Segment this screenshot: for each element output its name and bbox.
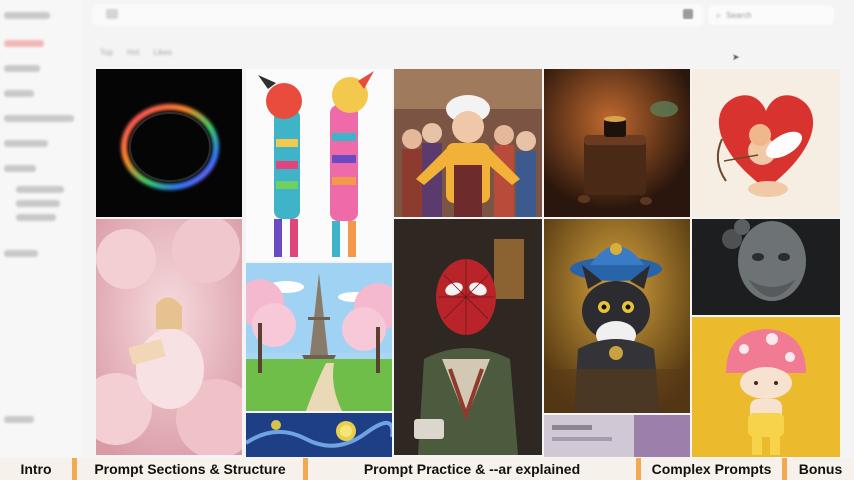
chapter-prompt-practice[interactable]: Prompt Practice & --ar explained [308, 458, 636, 480]
top-bar [92, 4, 704, 26]
rainbow-ring-image[interactable] [96, 69, 242, 217]
spiderman-portrait-image[interactable] [394, 219, 542, 455]
mushroom-figure-image[interactable] [692, 317, 840, 457]
menu-icon[interactable] [106, 9, 118, 19]
sidebar-item[interactable] [4, 90, 34, 97]
cartoon-chef-crowd-image[interactable] [394, 69, 542, 217]
sidebar-item[interactable] [4, 140, 48, 147]
chapter-bar: Intro Prompt Sections & Structure Prompt… [0, 458, 854, 480]
sidebar [0, 0, 82, 458]
chapter-prompt-sections[interactable]: Prompt Sections & Structure [77, 458, 303, 480]
sidebar-item[interactable] [4, 250, 38, 257]
chapter-bonus[interactable]: Bonus [787, 458, 854, 480]
sidebar-item[interactable] [4, 416, 34, 423]
sidebar-item-active[interactable] [4, 40, 44, 47]
starry-night-image[interactable] [246, 413, 392, 457]
tab-hot[interactable]: Hot [127, 48, 139, 62]
patterned-giraffes-image[interactable] [246, 69, 392, 261]
partial-thumbnail-image[interactable] [544, 415, 690, 457]
eiffel-tower-blossom-image[interactable] [246, 263, 392, 411]
sort-tabs: Top Hot Likes [100, 48, 172, 62]
chocolate-cake-image[interactable] [544, 69, 690, 217]
sidebar-item[interactable] [4, 115, 74, 122]
cupid-heart-image[interactable] [692, 69, 840, 217]
chapter-intro[interactable]: Intro [0, 458, 72, 480]
sidebar-item[interactable] [16, 186, 64, 193]
mouse-cursor-icon: ➤ [732, 52, 740, 62]
sidebar-item[interactable] [16, 214, 56, 221]
sidebar-item[interactable] [16, 200, 60, 207]
search-icon: ⌕ [716, 9, 722, 20]
chapter-complex-prompts[interactable]: Complex Prompts [641, 458, 782, 480]
tab-top[interactable]: Top [100, 48, 113, 62]
search-box[interactable]: ⌕ Search [708, 5, 834, 25]
search-placeholder: Search [726, 10, 752, 20]
sidebar-item[interactable] [4, 12, 50, 19]
tab-likes[interactable]: Likes [153, 48, 172, 62]
sidebar-item[interactable] [4, 165, 36, 172]
pink-cloud-reader-image[interactable] [96, 219, 242, 455]
cat-with-hat-image[interactable] [544, 219, 690, 413]
image-gallery [92, 67, 844, 457]
filter-icon[interactable] [683, 9, 693, 19]
sidebar-item[interactable] [4, 65, 40, 72]
stone-bust-image[interactable] [692, 219, 840, 315]
